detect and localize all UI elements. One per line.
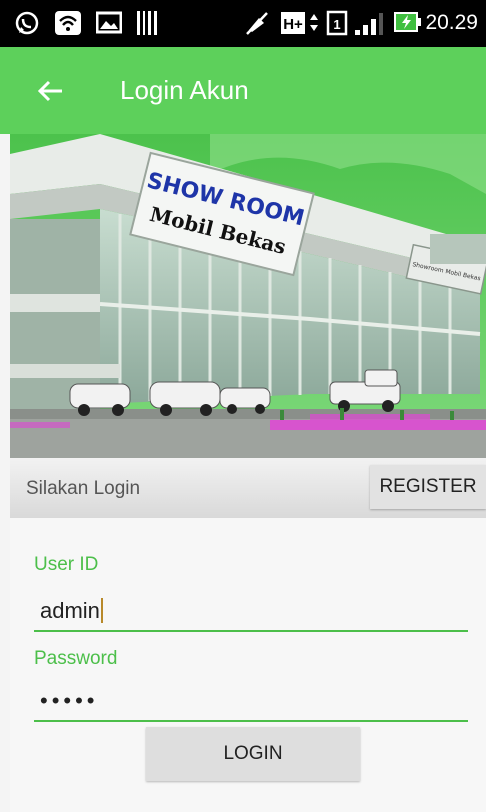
section-label: Silakan Login [26,478,141,499]
data-hplus-icon: H+ [281,12,318,34]
svg-text:1: 1 [333,17,340,32]
password-label: Password [34,648,118,669]
password-value: ••••• [40,688,99,713]
barcode-icon [137,11,157,35]
password-field[interactable]: ••••• [34,684,468,722]
svg-text:H+: H+ [283,16,303,33]
back-button[interactable] [30,71,70,111]
user-id-value: admin [40,598,103,624]
text-cursor [100,598,103,623]
arrow-left-icon [37,80,62,102]
battery-charging-icon [394,12,421,32]
status-time: 20.29 [425,11,478,34]
login-form: User ID admin Password ••••• LOGIN [10,518,486,812]
register-button[interactable]: REGISTER [370,465,486,509]
whatsapp-icon [15,11,39,35]
login-button[interactable]: LOGIN [146,727,360,781]
wifi-icon [55,11,81,35]
mute-icon [246,12,268,35]
gallery-icon [96,11,122,34]
user-id-label: User ID [34,554,99,575]
signal-icon [355,13,383,35]
login-header-bar: Silakan Login REGISTER [10,458,486,518]
sim-icon: 1 [326,10,348,36]
status-bar: H+ 1 20.29 [0,0,486,47]
user-id-field[interactable]: admin [34,594,468,632]
app-bar: Login Akun [0,47,486,134]
showroom-banner-image: SHOW ROOM Mobil Bekas Showroom Mobil Bek… [10,134,486,458]
page-title: Login Akun [120,75,249,105]
